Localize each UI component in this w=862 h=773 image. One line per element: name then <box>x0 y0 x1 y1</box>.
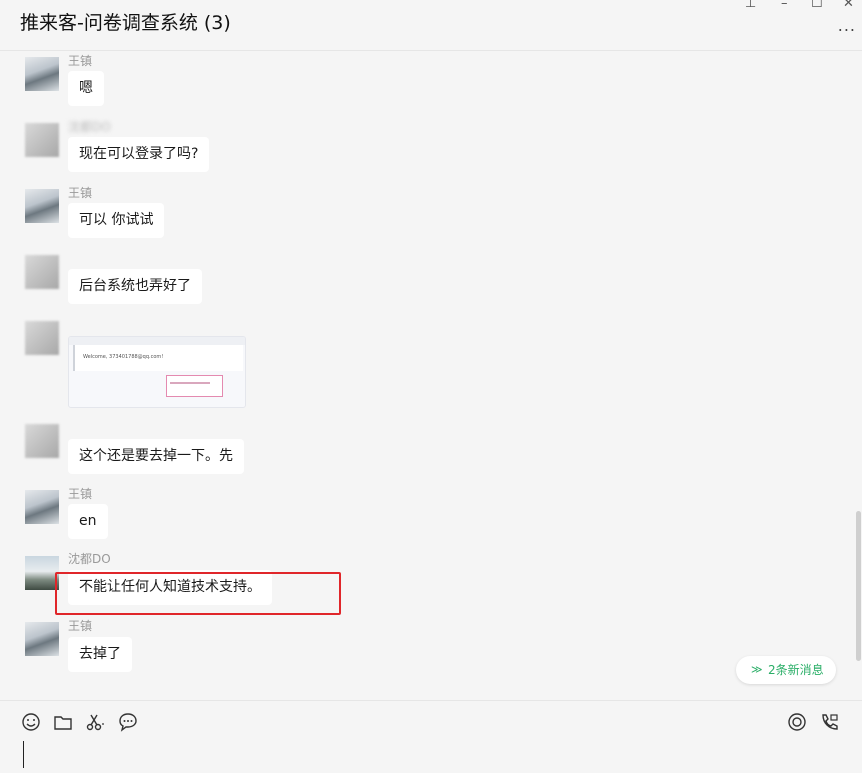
avatar[interactable] <box>25 490 59 524</box>
new-messages-label: 2条新消息 <box>768 663 824 677</box>
chat-history-icon[interactable] <box>117 711 139 733</box>
message-bubble[interactable]: 后台系统也弄好了 <box>68 269 202 304</box>
screenshot-highlight-box <box>166 375 223 397</box>
title-bar: 推来客-问卷调查系统 (3) ⊥ – ☐ ✕ ... <box>0 0 862 51</box>
screenshot-highlight-text <box>170 382 210 384</box>
screenshot-welcome-text: Welcome, 373401788@qq.com! <box>83 354 164 360</box>
double-chevron-down-icon: ≫ <box>751 663 763 676</box>
pin-icon[interactable]: ⊥ <box>745 0 756 11</box>
avatar[interactable] <box>25 123 59 157</box>
message-bubble[interactable]: 嗯 <box>68 71 104 106</box>
image-message[interactable]: Welcome, 373401788@qq.com! <box>68 336 246 408</box>
message-input-caret[interactable] <box>23 741 24 768</box>
message-bubble[interactable]: 现在可以登录了吗? <box>68 137 210 172</box>
message-bubble[interactable]: 可以 你试试 <box>68 203 165 238</box>
chat-messages[interactable]: 王镇 嗯 沈都DO 现在可以登录了吗? 王镇 可以 你试试 后台系统也弄好了 W… <box>0 51 862 699</box>
more-options-icon[interactable]: ... <box>838 16 856 35</box>
sender-name: 王镇 <box>68 619 93 633</box>
chat-title: 推来客-问卷调查系统 (3) <box>20 12 231 34</box>
input-toolbar <box>0 700 862 773</box>
avatar[interactable] <box>25 321 59 355</box>
message-bubble[interactable]: 这个还是要去掉一下。先 <box>68 439 244 474</box>
close-icon[interactable]: ✕ <box>843 0 854 11</box>
maximize-icon[interactable]: ☐ <box>811 0 823 11</box>
avatar[interactable] <box>25 424 59 458</box>
sender-name: 沈都DO <box>68 552 111 566</box>
message-bubble[interactable]: en <box>68 504 108 539</box>
message-bubble[interactable]: 去掉了 <box>68 637 132 672</box>
avatar[interactable] <box>25 255 59 289</box>
sender-name: 沈都DO <box>68 120 111 134</box>
emoji-icon[interactable] <box>20 711 42 733</box>
scissors-icon[interactable] <box>84 711 106 733</box>
new-messages-button[interactable]: ≫ 2条新消息 <box>736 656 836 684</box>
sender-name: 王镇 <box>68 487 93 501</box>
screenshot-welcome-panel: Welcome, 373401788@qq.com! <box>73 345 243 371</box>
avatar[interactable] <box>25 556 59 590</box>
minimize-icon[interactable]: – <box>781 0 788 11</box>
live-icon[interactable] <box>786 711 808 733</box>
avatar[interactable] <box>25 622 59 656</box>
screenshot-top-bar <box>69 337 245 345</box>
sender-name: 王镇 <box>68 186 93 200</box>
video-call-icon[interactable] <box>819 711 841 733</box>
highlight-annotation <box>55 572 341 615</box>
avatar[interactable] <box>25 57 59 91</box>
folder-icon[interactable] <box>52 711 74 733</box>
avatar[interactable] <box>25 189 59 223</box>
scrollbar[interactable] <box>856 511 861 661</box>
sender-name: 王镇 <box>68 54 93 68</box>
